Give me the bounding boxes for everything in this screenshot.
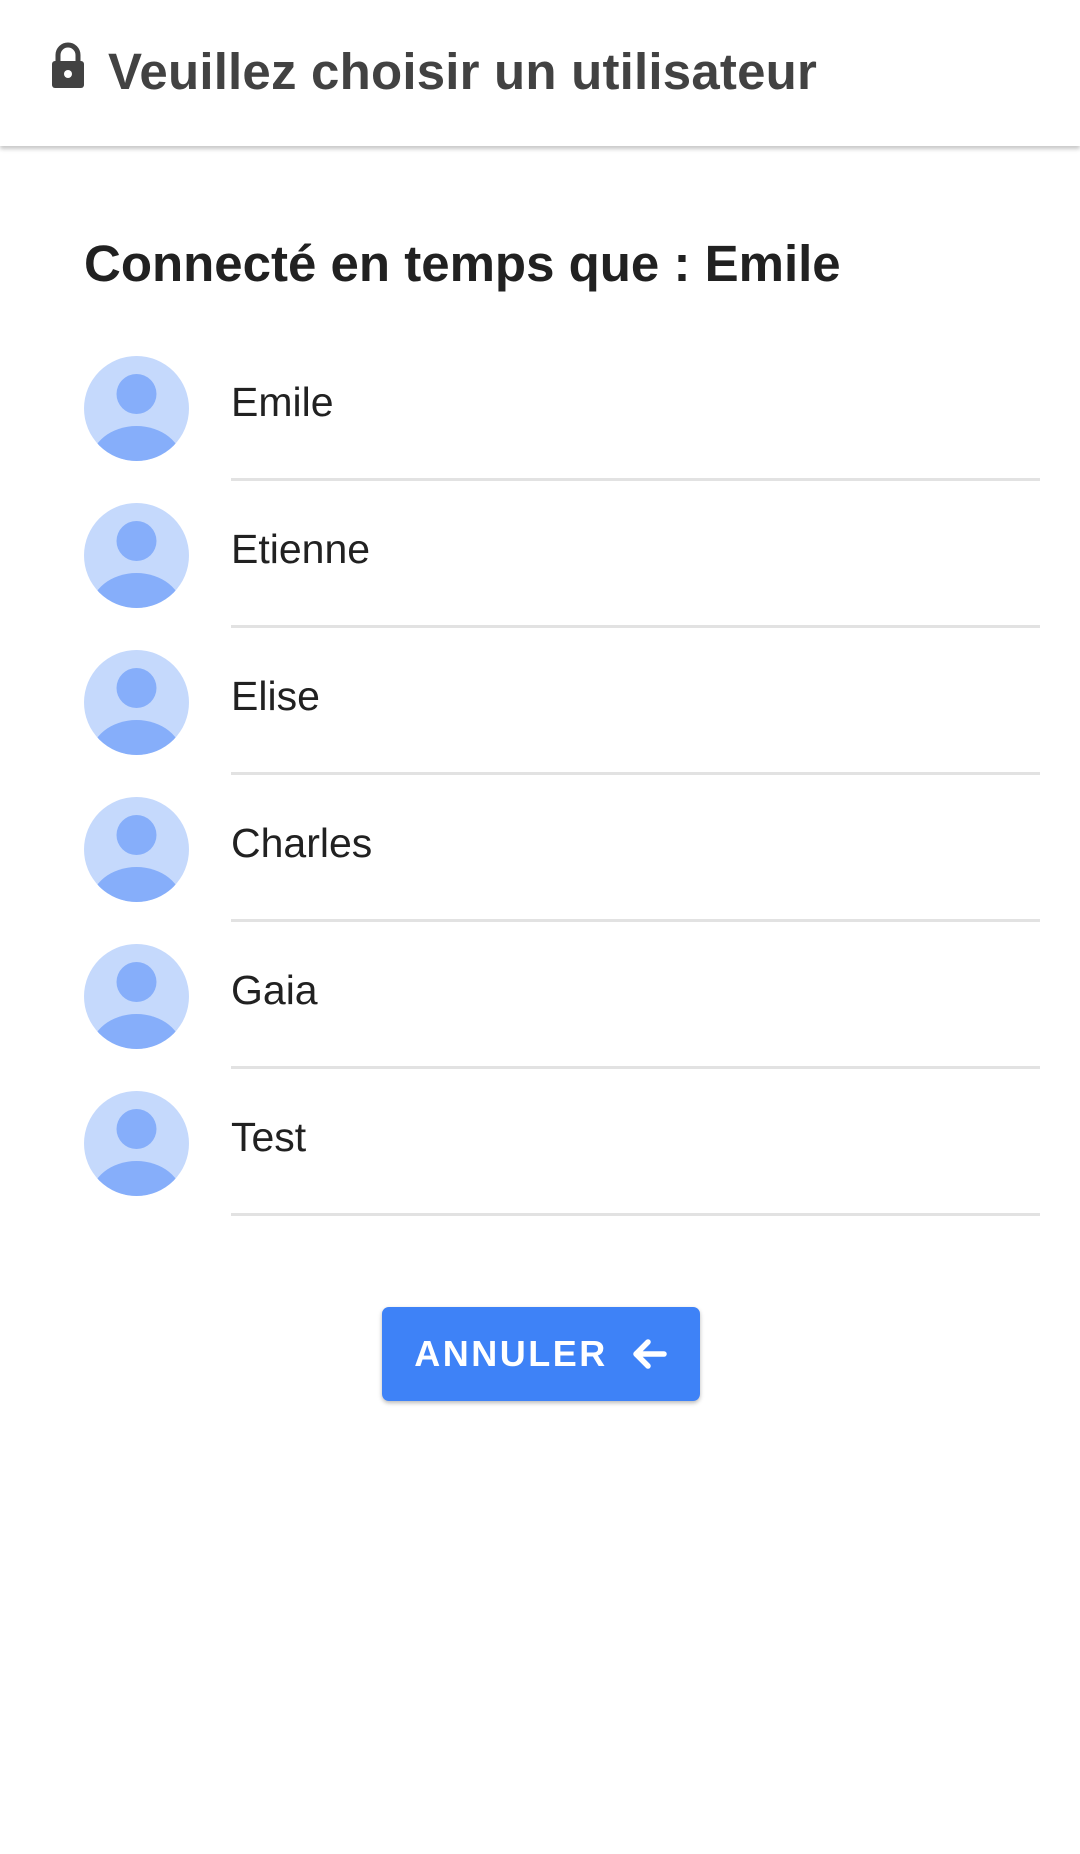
- user-name: Gaia: [231, 967, 318, 1013]
- default-avatar-icon: [84, 944, 189, 1049]
- cancel-button-label: ANNULER: [414, 1333, 608, 1374]
- user-name: Charles: [231, 820, 373, 866]
- user-name: Elise: [231, 673, 320, 719]
- user-item-charles[interactable]: Charles: [0, 775, 1080, 922]
- default-avatar-icon: [84, 503, 189, 608]
- lock-icon: [52, 42, 84, 88]
- cancel-button[interactable]: ANNULER: [382, 1307, 700, 1401]
- app-bar: Veuillez choisir un utilisateur: [0, 0, 1080, 146]
- divider: [231, 1213, 1040, 1216]
- connected-user-heading: Connecté en temps que : Emile: [84, 235, 841, 292]
- user-picker-screen: Veuillez choisir un utilisateur Connecté…: [0, 0, 1080, 1854]
- default-avatar-icon: [84, 650, 189, 755]
- default-avatar-icon: [84, 797, 189, 902]
- arrow-left-icon: [633, 1339, 667, 1369]
- user-item-elise[interactable]: Elise: [0, 628, 1080, 775]
- default-avatar-icon: [84, 1091, 189, 1196]
- user-list: Emile Etienne Elise Charles Gaia Test: [0, 334, 1080, 1216]
- default-avatar-icon: [84, 356, 189, 461]
- user-item-emile[interactable]: Emile: [0, 334, 1080, 481]
- user-name: Test: [231, 1114, 307, 1160]
- app-title: Veuillez choisir un utilisateur: [108, 43, 818, 100]
- user-item-test[interactable]: Test: [0, 1069, 1080, 1216]
- user-name: Emile: [231, 379, 334, 425]
- user-name: Etienne: [231, 526, 371, 572]
- user-item-gaia[interactable]: Gaia: [0, 922, 1080, 1069]
- user-item-etienne[interactable]: Etienne: [0, 481, 1080, 628]
